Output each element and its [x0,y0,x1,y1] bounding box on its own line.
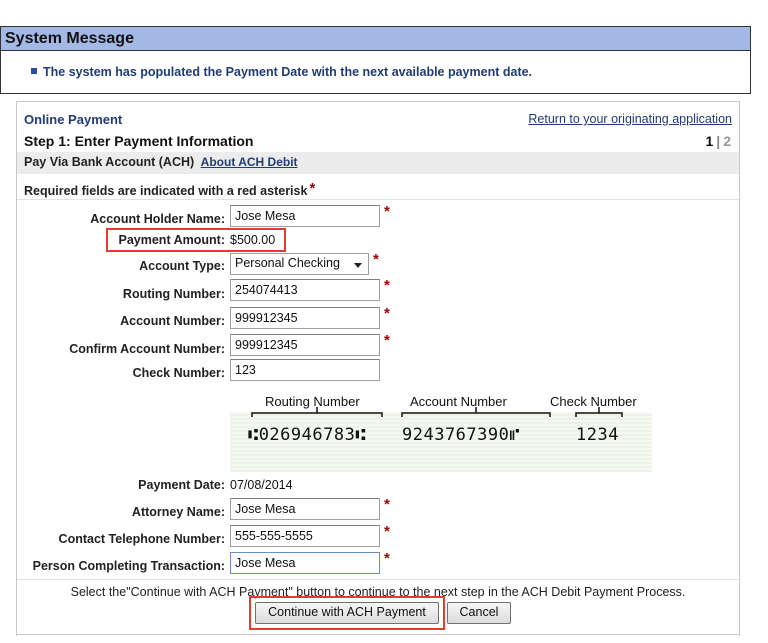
step-title: Step 1: Enter Payment Information [24,133,254,149]
account-caption: Account Number [410,394,507,409]
divider [17,579,739,580]
cancel-button[interactable]: Cancel [447,602,511,624]
account-number-input[interactable] [230,307,380,329]
contact-phone-input[interactable] [230,525,380,547]
step-next[interactable]: 2 [723,133,731,149]
account-holder-asterisk: * [384,203,390,220]
divider [17,634,739,635]
step-separator: | [716,133,721,149]
person-completing-input[interactable] [230,552,380,574]
payment-date-label: Payment Date: [138,478,225,492]
pay-via-bar: Pay Via Bank Account (ACH) About ACH Deb… [17,152,739,174]
payment-panel: Online Payment Return to your originatin… [16,101,740,636]
confirm-account-label: Confirm Account Number: [69,342,225,356]
system-message-body: The system has populated the Payment Dat… [1,51,750,79]
routing-number-asterisk: * [384,277,390,294]
account-type-label: Account Type: [139,259,225,273]
required-note: Required fields are indicated with a red… [24,180,315,198]
micr-routing: ⑆026946783⑆ [248,425,367,445]
account-type-select[interactable]: Personal Checking [230,253,369,275]
person-completing-asterisk: * [384,550,390,567]
check-number-label: Check Number: [132,366,225,380]
step-indicator: 1 | 2 [705,133,731,149]
attorney-name-label: Attorney Name: [131,505,225,519]
bullet-icon [31,68,37,74]
required-note-text: Required fields are indicated with a red… [24,184,308,198]
confirm-account-input[interactable] [230,334,380,356]
payment-amount-value: $500.00 [230,233,276,247]
account-type-asterisk: * [373,251,379,268]
about-ach-link[interactable]: About ACH Debit [201,155,298,169]
system-message-title: System Message [1,27,750,51]
attorney-name-asterisk: * [384,496,390,513]
account-number-label: Account Number: [120,314,225,328]
account-number-asterisk: * [384,305,390,322]
check-diagram: Routing Number Account Number Check Numb… [230,387,652,472]
routing-caption: Routing Number [265,394,360,409]
confirm-account-asterisk: * [384,332,390,349]
account-type-value: Personal Checking [235,256,340,270]
required-asterisk: * [309,180,316,197]
step-bar: Step 1: Enter Payment Information 1 | 2 [17,130,739,152]
check-caption: Check Number [550,394,637,409]
payment-amount-label: Payment Amount: [118,233,226,247]
return-link[interactable]: Return to your originating application [528,112,732,126]
payment-date-value: 07/08/2014 [230,478,293,492]
contact-phone-asterisk: * [384,523,390,540]
system-message-text: The system has populated the Payment Dat… [43,65,533,79]
divider [17,199,739,200]
person-completing-label: Person Completing Transaction: [32,559,225,573]
pay-via-label: Pay Via Bank Account (ACH) [24,155,195,169]
step-current: 1 [705,133,714,149]
attorney-name-input[interactable] [230,498,380,520]
routing-number-input[interactable] [230,279,380,301]
account-holder-input[interactable] [230,205,380,227]
micr-check: 1234 [576,425,619,445]
section-title: Online Payment [24,112,123,127]
continue-ach-button[interactable]: Continue with ACH Payment [255,602,439,624]
routing-number-label: Routing Number: [122,287,225,301]
chevron-down-icon [354,263,362,268]
micr-account: 9243767390⑈ [402,425,521,445]
system-message-box: System Message The system has populated … [0,26,751,94]
account-holder-label: Account Holder Name: [90,212,225,226]
check-number-input[interactable] [230,359,380,381]
contact-phone-label: Contact Telephone Number: [58,532,225,546]
